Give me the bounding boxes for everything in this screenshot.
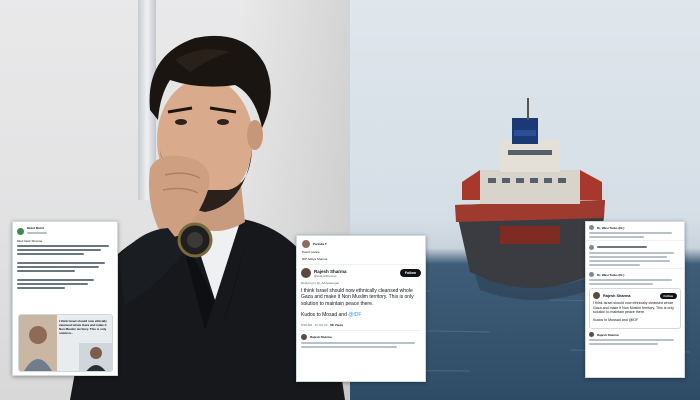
follow-button[interactable]: Follow (399, 269, 421, 277)
reply-author-name: Rajesh Sharma (310, 335, 332, 340)
reply-text: Poetic justice. (302, 250, 321, 254)
tweet-screenshot-center: Parinda T. Poetic justice. RIP Aditya Sh… (296, 235, 426, 382)
avatar (302, 240, 310, 248)
avatar (589, 244, 594, 250)
tweet-screenshot-left: Mohd Mohd Mod Nazir Sharma, I think Isra (12, 221, 118, 376)
reply-body-text (589, 252, 681, 266)
tweet-views: 6K Views (330, 323, 344, 328)
tweet-author-handle: @AdityaShemup (314, 273, 337, 278)
reply-body-text (589, 279, 681, 285)
tweet-body: I think Israel should now ethnically cle… (593, 301, 677, 322)
tweet-paragraph-2: Kudos to Mossad and @IDF (593, 317, 639, 322)
reply-author-name: Dr. Wasi Tarko (Dr.) (597, 225, 625, 230)
tweet-body: I think Israel should now ethnically cle… (301, 288, 421, 318)
reply-section: Rajesh Sharma (301, 330, 421, 349)
tweet-author-name: Rajesh Sharma (603, 293, 631, 298)
avatar (593, 292, 600, 299)
tweet-meta: 6:53 AM · 11 Oct 23 · 6K Views (301, 323, 421, 327)
reply-body-text (589, 232, 681, 238)
tweet-timestamp: 6:53 AM · 11 Oct 23 · (301, 323, 331, 328)
top-reply: Dr. Wasi Tarko (Dr.) (586, 222, 684, 238)
tweet-screenshot-right: Dr. Wasi Tarko (Dr.) Dr. Wasi Tarko (Dr.… (585, 221, 685, 378)
avatar (589, 225, 594, 230)
reply-author-name: Parinda T. (313, 242, 328, 246)
reply-body-text (589, 339, 681, 346)
rip-line: RIP Aditya Sharma (302, 257, 328, 261)
avatar (589, 272, 594, 277)
tweet-paragraph-2: Kudos to Mosad and @IDF (301, 312, 421, 318)
tweet-author-name: Rajesh Sharma (314, 268, 347, 274)
tweet-author-name: Mohd Mohd (27, 226, 44, 230)
second-reply (586, 240, 684, 266)
tweet-body-text (17, 245, 113, 289)
bottom-reply: Rajesh Sharma (586, 329, 684, 346)
avatar (301, 268, 311, 278)
quoted-tweet: Rajesh Sharma Follow I think Israel shou… (589, 288, 681, 330)
reply-body-text (301, 342, 421, 349)
quoted-tweet: I think Israel should now ethically clea… (18, 314, 113, 372)
tweet-paragraph-1: I think Israel should now ethnically cle… (593, 301, 674, 315)
reply-author-name: Dr. Wasi Tarko (Dr.) (597, 272, 625, 277)
quoted-tweet-caption: I think Israel should now ethically clea… (59, 319, 107, 335)
tweet-greeting: Mod Nazir Sharma, (17, 239, 43, 243)
tweet-paragraph-2-text: Kudos to Mosad and (301, 311, 349, 318)
third-reply: Dr. Wasi Tarko (Dr.) (586, 268, 684, 285)
reply-author-name: Rajesh Sharma (597, 332, 619, 337)
avatar (17, 227, 24, 235)
avatar (589, 332, 594, 338)
follow-button[interactable]: Follow (659, 292, 677, 299)
quoted-tweet: Rajesh Sharma @AdityaShemup Follow Reply… (301, 264, 421, 349)
tweet-paragraph-1: I think Israel should now ethnically cle… (301, 288, 414, 307)
avatar (301, 334, 307, 341)
idf-mention-link[interactable]: @IDF (348, 312, 361, 318)
replying-to: Replying to @_Adityaseegal (301, 281, 339, 285)
